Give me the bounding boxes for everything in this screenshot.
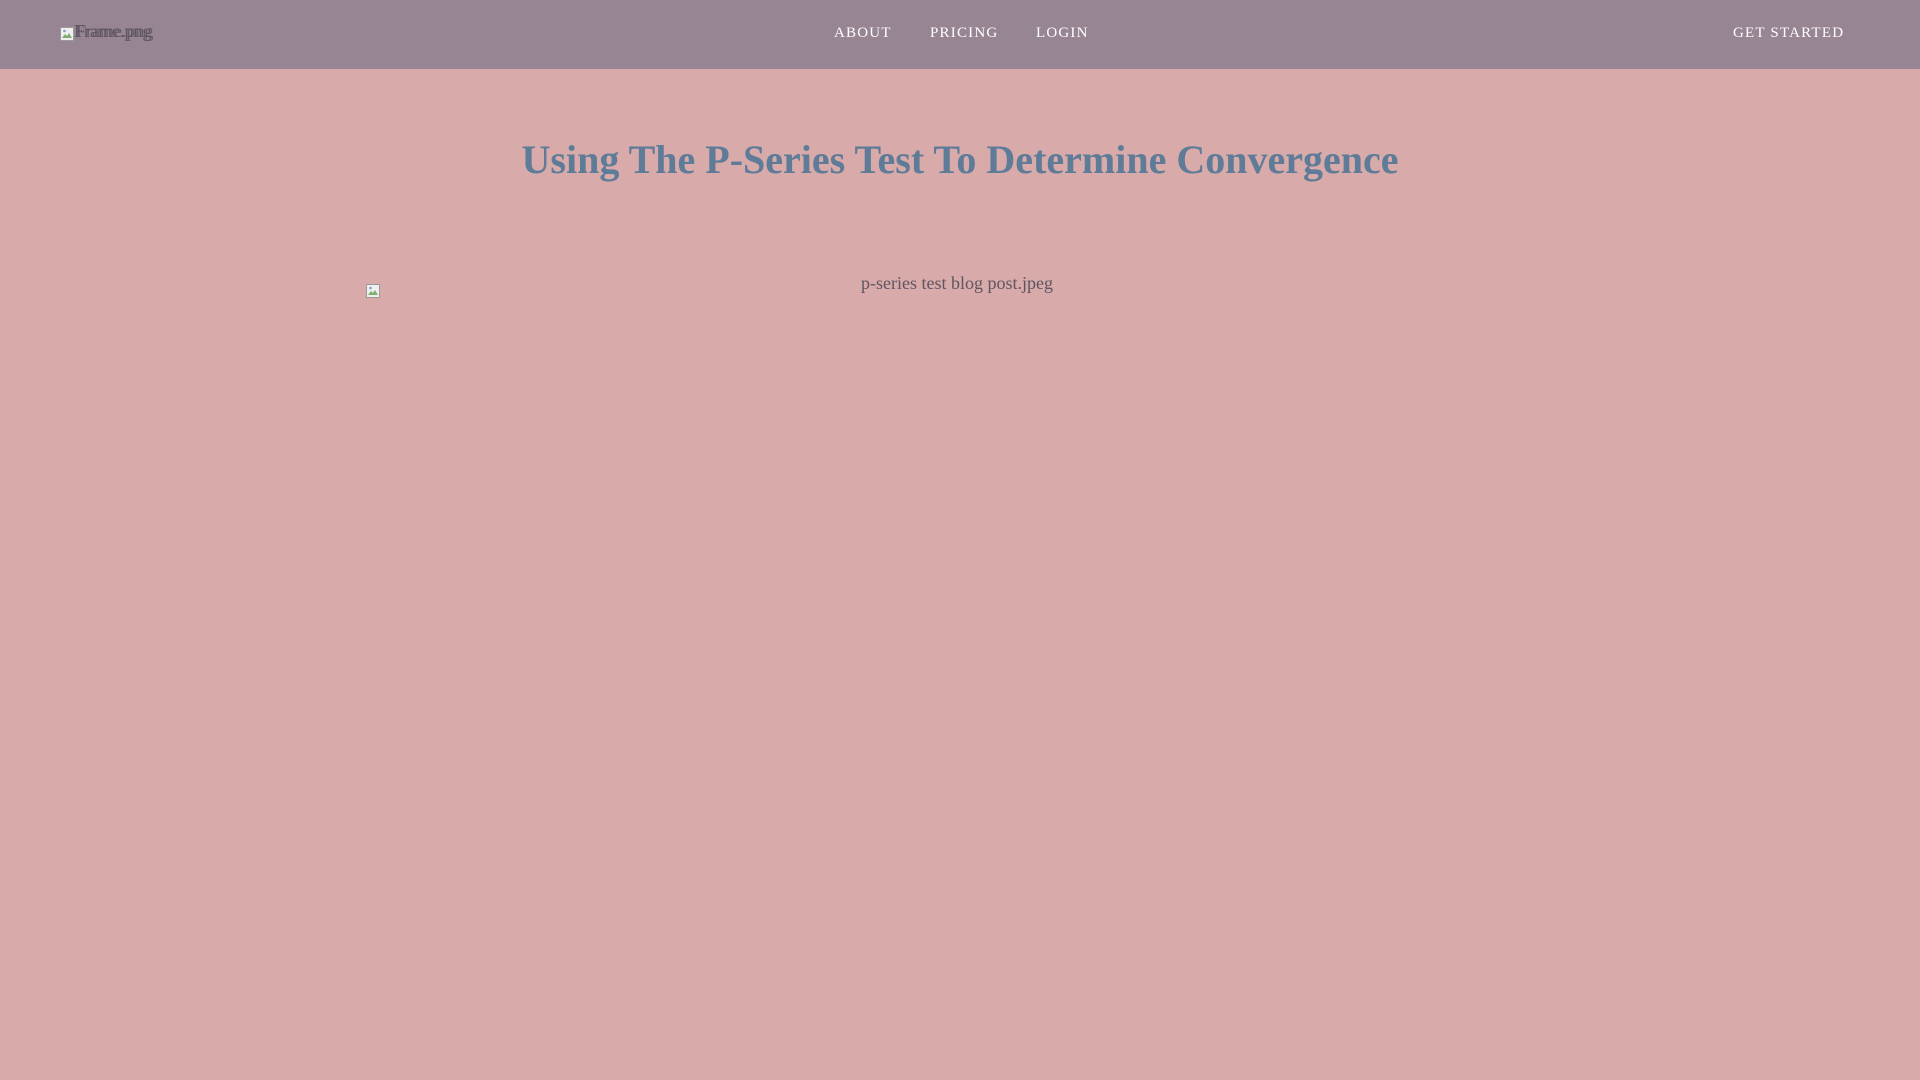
broken-image-icon	[366, 284, 380, 298]
nav-link-login[interactable]: LOGIN	[1036, 26, 1089, 41]
broken-image-icon	[60, 27, 74, 41]
nav-link-pricing[interactable]: PRICING	[930, 26, 998, 41]
nav-link-about[interactable]: ABOUT	[834, 26, 892, 41]
page-title: Using The P-Series Test To Determine Con…	[521, 137, 1399, 182]
logo-alt-text-duplicate: Frame.png	[76, 21, 154, 41]
logo-link[interactable]: Frame.png Frame.png	[60, 19, 220, 43]
hero-image: p-series test blog post.jpeg	[366, 272, 1554, 312]
top-navigation-bar: Frame.png Frame.png ABOUT PRICING LOGIN …	[0, 0, 1920, 69]
hero-image-alt-text: p-series test blog post.jpeg	[861, 273, 1053, 293]
get-started-button[interactable]: GET STARTED	[1733, 26, 1844, 41]
